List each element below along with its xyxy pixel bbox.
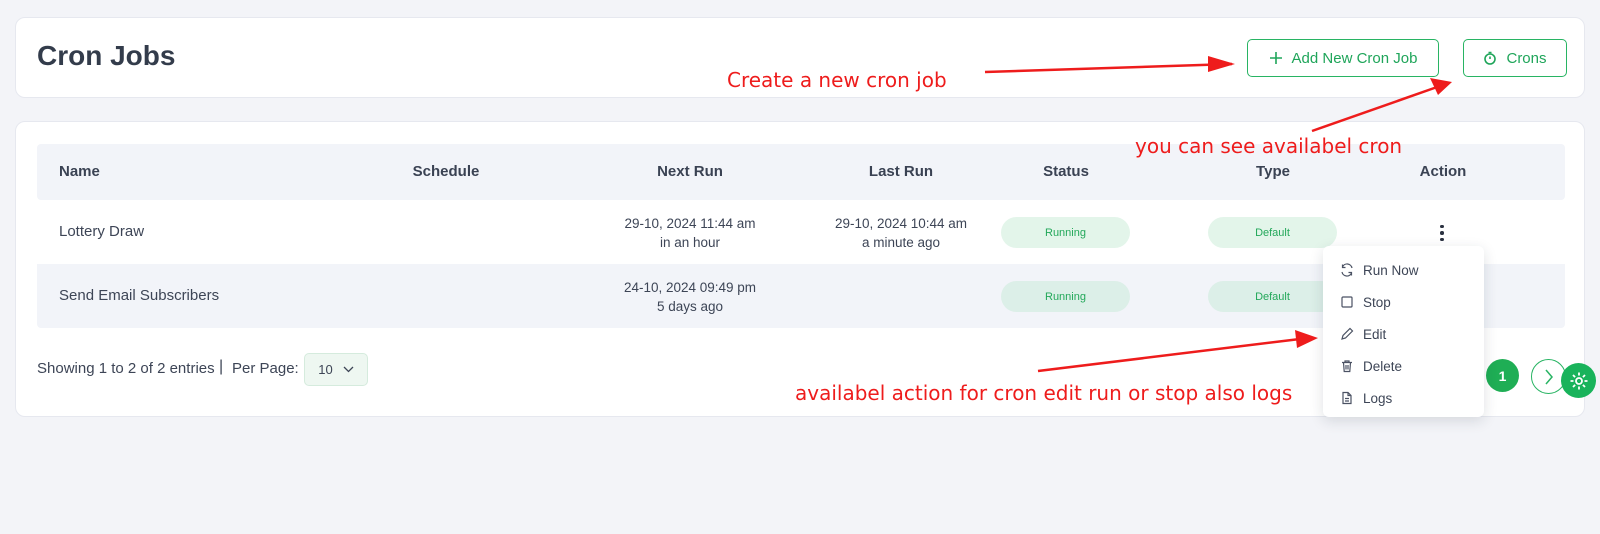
kebab-dot	[1440, 231, 1444, 235]
next-run-relative: in an hour	[659, 235, 721, 250]
settings-button[interactable]	[1561, 363, 1596, 398]
type-badge: Default	[1208, 281, 1337, 312]
status-badge: Running	[1001, 217, 1130, 248]
stop-icon	[1341, 296, 1353, 308]
next-run-cell: 24-10, 2024 09:49 pm 5 days ago	[590, 278, 790, 316]
per-page-select[interactable]: 10	[304, 353, 368, 386]
annotation-crons: you can see availabel cron	[1135, 134, 1403, 158]
cron-name: Lottery Draw	[59, 223, 145, 240]
column-header-schedule: Schedule	[412, 163, 480, 180]
menu-item-label: Stop	[1363, 294, 1391, 310]
menu-item-label: Edit	[1363, 326, 1387, 342]
annotation-actions: availabel action for cron edit run or st…	[795, 381, 1293, 405]
per-page-value: 10	[318, 362, 333, 377]
cron-name: Send Email Subscribers	[59, 287, 220, 304]
last-run-relative: a minute ago	[861, 235, 941, 250]
chevron-right-icon	[1544, 369, 1553, 384]
menu-item-run-now[interactable]: Run Now	[1323, 254, 1484, 286]
crons-button[interactable]: Crons	[1463, 39, 1567, 77]
menu-item-delete[interactable]: Delete	[1323, 350, 1484, 382]
chevron-down-icon	[343, 366, 354, 373]
trash-icon	[1342, 360, 1352, 373]
next-run-date: 29-10, 2024 11:44 am	[624, 216, 756, 231]
per-page-label: Per Page:	[232, 360, 299, 377]
type-badge: Default	[1208, 217, 1337, 248]
annotation-create: Create a new cron job	[727, 68, 947, 92]
kebab-dot	[1440, 237, 1444, 242]
column-header-action: Action	[1419, 163, 1467, 180]
page-title: Cron Jobs	[37, 40, 176, 71]
action-dropdown: Run Now Stop Edit Delete Logs	[1323, 246, 1484, 417]
column-header-next-run: Next Run	[657, 163, 723, 180]
next-run-relative: 5 days ago	[656, 299, 724, 314]
plus-icon	[1269, 52, 1282, 64]
column-header-last-run: Last Run	[868, 163, 934, 180]
menu-item-label: Run Now	[1363, 262, 1419, 278]
refresh-icon	[1341, 263, 1353, 277]
kebab-dot	[1440, 224, 1444, 229]
next-run-date: 24-10, 2024 09:49 pm	[623, 280, 757, 295]
column-header-name: Name	[59, 163, 100, 180]
menu-item-stop[interactable]: Stop	[1323, 286, 1484, 318]
action-menu-button[interactable]	[1432, 222, 1452, 244]
stopwatch-icon	[1484, 51, 1497, 65]
separator: |	[219, 358, 224, 375]
menu-item-label: Delete	[1363, 358, 1403, 374]
add-button-label: Add New Cron Job	[1291, 49, 1418, 67]
file-icon	[1342, 391, 1352, 405]
gear-icon	[1570, 372, 1587, 389]
last-run-date: 29-10, 2024 10:44 am	[834, 216, 968, 231]
entries-summary: Showing 1 to 2 of 2 entries	[37, 360, 215, 377]
crons-button-label: Crons	[1506, 49, 1547, 67]
add-new-cron-job-button[interactable]: Add New Cron Job	[1247, 39, 1439, 77]
page-1-button[interactable]: 1	[1486, 359, 1519, 392]
column-header-status: Status	[1043, 163, 1089, 180]
menu-item-logs[interactable]: Logs	[1323, 382, 1484, 414]
menu-item-label: Logs	[1363, 390, 1393, 406]
last-run-cell: 29-10, 2024 10:44 am a minute ago	[801, 214, 1001, 252]
pencil-icon	[1341, 327, 1354, 340]
status-badge: Running	[1001, 281, 1130, 312]
menu-item-edit[interactable]: Edit	[1323, 318, 1484, 350]
next-run-cell: 29-10, 2024 11:44 am in an hour	[590, 214, 790, 252]
